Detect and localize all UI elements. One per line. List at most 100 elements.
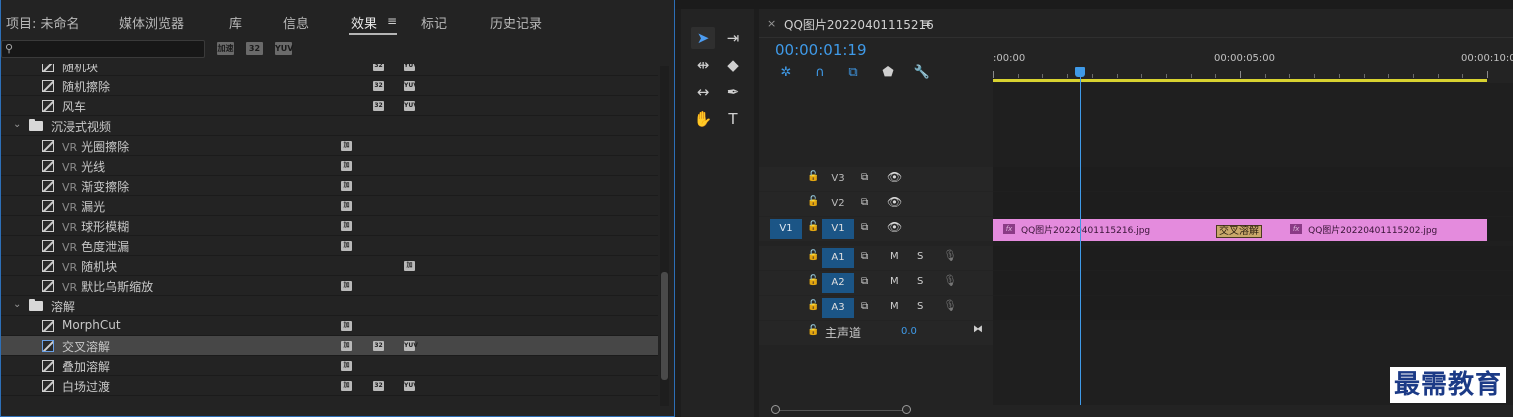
effect-item[interactable]: VR 球形模糊 加	[1, 216, 658, 236]
scrollbar-left-handle[interactable]	[771, 405, 780, 414]
effect-item[interactable]: 交叉溶解 加 32 YUV	[1, 336, 658, 356]
effects-folder[interactable]: ⌄ 沉浸式视频	[1, 116, 658, 136]
master-volume-value[interactable]: 0.0	[901, 326, 917, 337]
effect-item[interactable]: VR 光线 加	[1, 156, 658, 176]
tab-media-browser[interactable]: 媒体浏览器	[119, 13, 184, 32]
tab-libraries[interactable]: 库	[229, 13, 242, 32]
slip-tool-icon[interactable]: ↔	[691, 81, 715, 103]
tab-project[interactable]: 项目: 未命名	[6, 13, 80, 32]
lock-icon[interactable]: 🔓	[807, 196, 819, 207]
tab-markers[interactable]: 标记	[421, 13, 447, 32]
track-target-v3[interactable]: V3	[822, 169, 854, 189]
sync-lock-icon[interactable]: ⧉	[861, 276, 868, 287]
scrollbar-right-handle[interactable]	[902, 405, 911, 414]
microphone-icon[interactable]: 🎙	[943, 299, 957, 312]
top-strip-right	[680, 0, 1513, 9]
lock-icon[interactable]: 🔓	[807, 250, 819, 261]
lock-icon[interactable]: 🔓	[807, 325, 819, 336]
mute-button[interactable]: M	[890, 301, 899, 312]
sequence-menu-icon[interactable]: ≡	[921, 16, 931, 30]
track-lane[interactable]	[993, 246, 1513, 270]
track-target-a2[interactable]: A2	[822, 273, 854, 293]
solo-button[interactable]: S	[917, 301, 923, 312]
search-input[interactable]	[18, 42, 202, 56]
sync-lock-icon[interactable]: ⧉	[861, 222, 868, 233]
ripple-edit-tool-icon[interactable]: ⇹	[691, 54, 715, 76]
32bit-filter-button[interactable]: 32	[246, 42, 263, 55]
panel-menu-icon[interactable]: ≡	[387, 14, 397, 28]
work-area-bar[interactable]	[993, 79, 1487, 82]
selection-tool-icon[interactable]: ➤	[691, 27, 715, 49]
close-icon[interactable]: ×	[767, 17, 776, 30]
sync-lock-icon[interactable]: ⧉	[861, 172, 868, 183]
ruler-tick	[1338, 74, 1340, 78]
snap-magnet-icon[interactable]: ∩	[811, 65, 829, 81]
effect-item[interactable]: 白场过渡 加 32 YUV	[1, 376, 658, 396]
search-box[interactable]: ⚲	[1, 40, 205, 58]
track-lane[interactable]	[993, 167, 1513, 191]
tab-effects[interactable]: 效果	[351, 13, 377, 32]
source-patch[interactable]: V1	[770, 219, 802, 239]
scrollbar-thumb[interactable]	[661, 272, 668, 380]
accelerated-filter-button[interactable]: 加速	[217, 42, 234, 55]
microphone-icon[interactable]: 🎙	[943, 274, 957, 287]
tab-info[interactable]: 信息	[283, 13, 309, 32]
effect-item[interactable]: VR 随机块 加	[1, 256, 658, 276]
add-marker-icon[interactable]: ⬟	[879, 65, 897, 81]
linked-selection-icon[interactable]: ⧉	[844, 65, 862, 81]
effect-item[interactable]: 随机块 32 YUV	[1, 64, 658, 76]
mute-button[interactable]: M	[890, 276, 899, 287]
effects-panel: 项目: 未命名 媒体浏览器 库 信息 效果 ≡ 标记 历史记录 ⚲ 加速 32 …	[0, 0, 675, 417]
sync-lock-icon[interactable]: ⧉	[861, 251, 868, 262]
effect-item[interactable]: VR 渐变擦除 加	[1, 176, 658, 196]
track-target-v2[interactable]: V2	[822, 194, 854, 214]
clip-pair[interactable]: fx QQ图片20220401115216.jpg fx QQ图片2022040111…	[993, 219, 1487, 241]
solo-button[interactable]: S	[917, 276, 923, 287]
effect-item[interactable]: 叠加溶解 加	[1, 356, 658, 376]
chevron-down-icon[interactable]: ⌄	[13, 119, 21, 130]
effect-item[interactable]: MorphCut 加	[1, 316, 658, 336]
tab-history[interactable]: 历史记录	[490, 13, 542, 32]
track-lane[interactable]	[993, 271, 1513, 295]
chevron-down-icon[interactable]: ⌄	[13, 299, 21, 310]
sequence-tab[interactable]: QQ图片20220401115216	[784, 16, 934, 33]
solo-button[interactable]: S	[917, 251, 923, 262]
mute-button[interactable]: M	[890, 251, 899, 262]
sync-lock-icon[interactable]: ⧉	[861, 197, 868, 208]
timeline-horizontal-scrollbar[interactable]	[769, 405, 1513, 417]
effects-list-scrollbar[interactable]	[660, 66, 669, 406]
effects-folder[interactable]: ⌄ 溶解	[1, 296, 658, 316]
wrench-settings-icon[interactable]: 🔧	[913, 65, 931, 81]
track-lane[interactable]	[993, 296, 1513, 320]
type-tool-icon[interactable]: T	[721, 108, 745, 130]
hand-tool-icon[interactable]: ✋	[691, 108, 715, 130]
effect-item[interactable]: 随机擦除 32 YUV	[1, 76, 658, 96]
track-target-a1[interactable]: A1	[822, 248, 854, 268]
effect-item[interactable]: VR 默比乌斯缩放 加	[1, 276, 658, 296]
pen-tool-icon[interactable]: ✒	[721, 81, 745, 103]
track-target-v1[interactable]: V1	[822, 219, 854, 239]
track-lane[interactable]	[993, 192, 1513, 216]
track-target-a3[interactable]: A3	[822, 298, 854, 318]
go-to-end-icon[interactable]: ⧓	[973, 324, 983, 335]
lock-icon[interactable]: 🔓	[807, 221, 819, 232]
sync-lock-icon[interactable]: ⧉	[861, 301, 868, 312]
effect-item[interactable]: VR 光圈擦除 加	[1, 136, 658, 156]
lock-icon[interactable]: 🔓	[807, 171, 819, 182]
time-ruler[interactable]: :00:00 00:00:05:00 00:00:10:00	[993, 47, 1513, 83]
microphone-icon[interactable]: 🎙	[943, 249, 957, 262]
effect-item[interactable]: VR 漏光 加	[1, 196, 658, 216]
eye-icon[interactable]: 👁	[887, 170, 902, 184]
track-select-tool-icon[interactable]: ⇥	[721, 27, 745, 49]
playhead-timecode[interactable]: 00:00:01:19	[775, 41, 867, 59]
nest-toggle-icon[interactable]: ✲	[777, 65, 795, 81]
eye-icon[interactable]: 👁	[887, 195, 902, 209]
effect-item[interactable]: 风车 32 YUV	[1, 96, 658, 116]
lock-icon[interactable]: 🔓	[807, 300, 819, 311]
effect-item[interactable]: VR 色度泄漏 加	[1, 236, 658, 256]
lock-icon[interactable]: 🔓	[807, 275, 819, 286]
razor-tool-icon[interactable]: ◆	[721, 54, 745, 76]
eye-icon[interactable]: 👁	[887, 220, 902, 234]
cross-dissolve-transition[interactable]: 交叉溶解	[1216, 225, 1262, 238]
yuv-filter-button[interactable]: YUV	[275, 42, 293, 55]
